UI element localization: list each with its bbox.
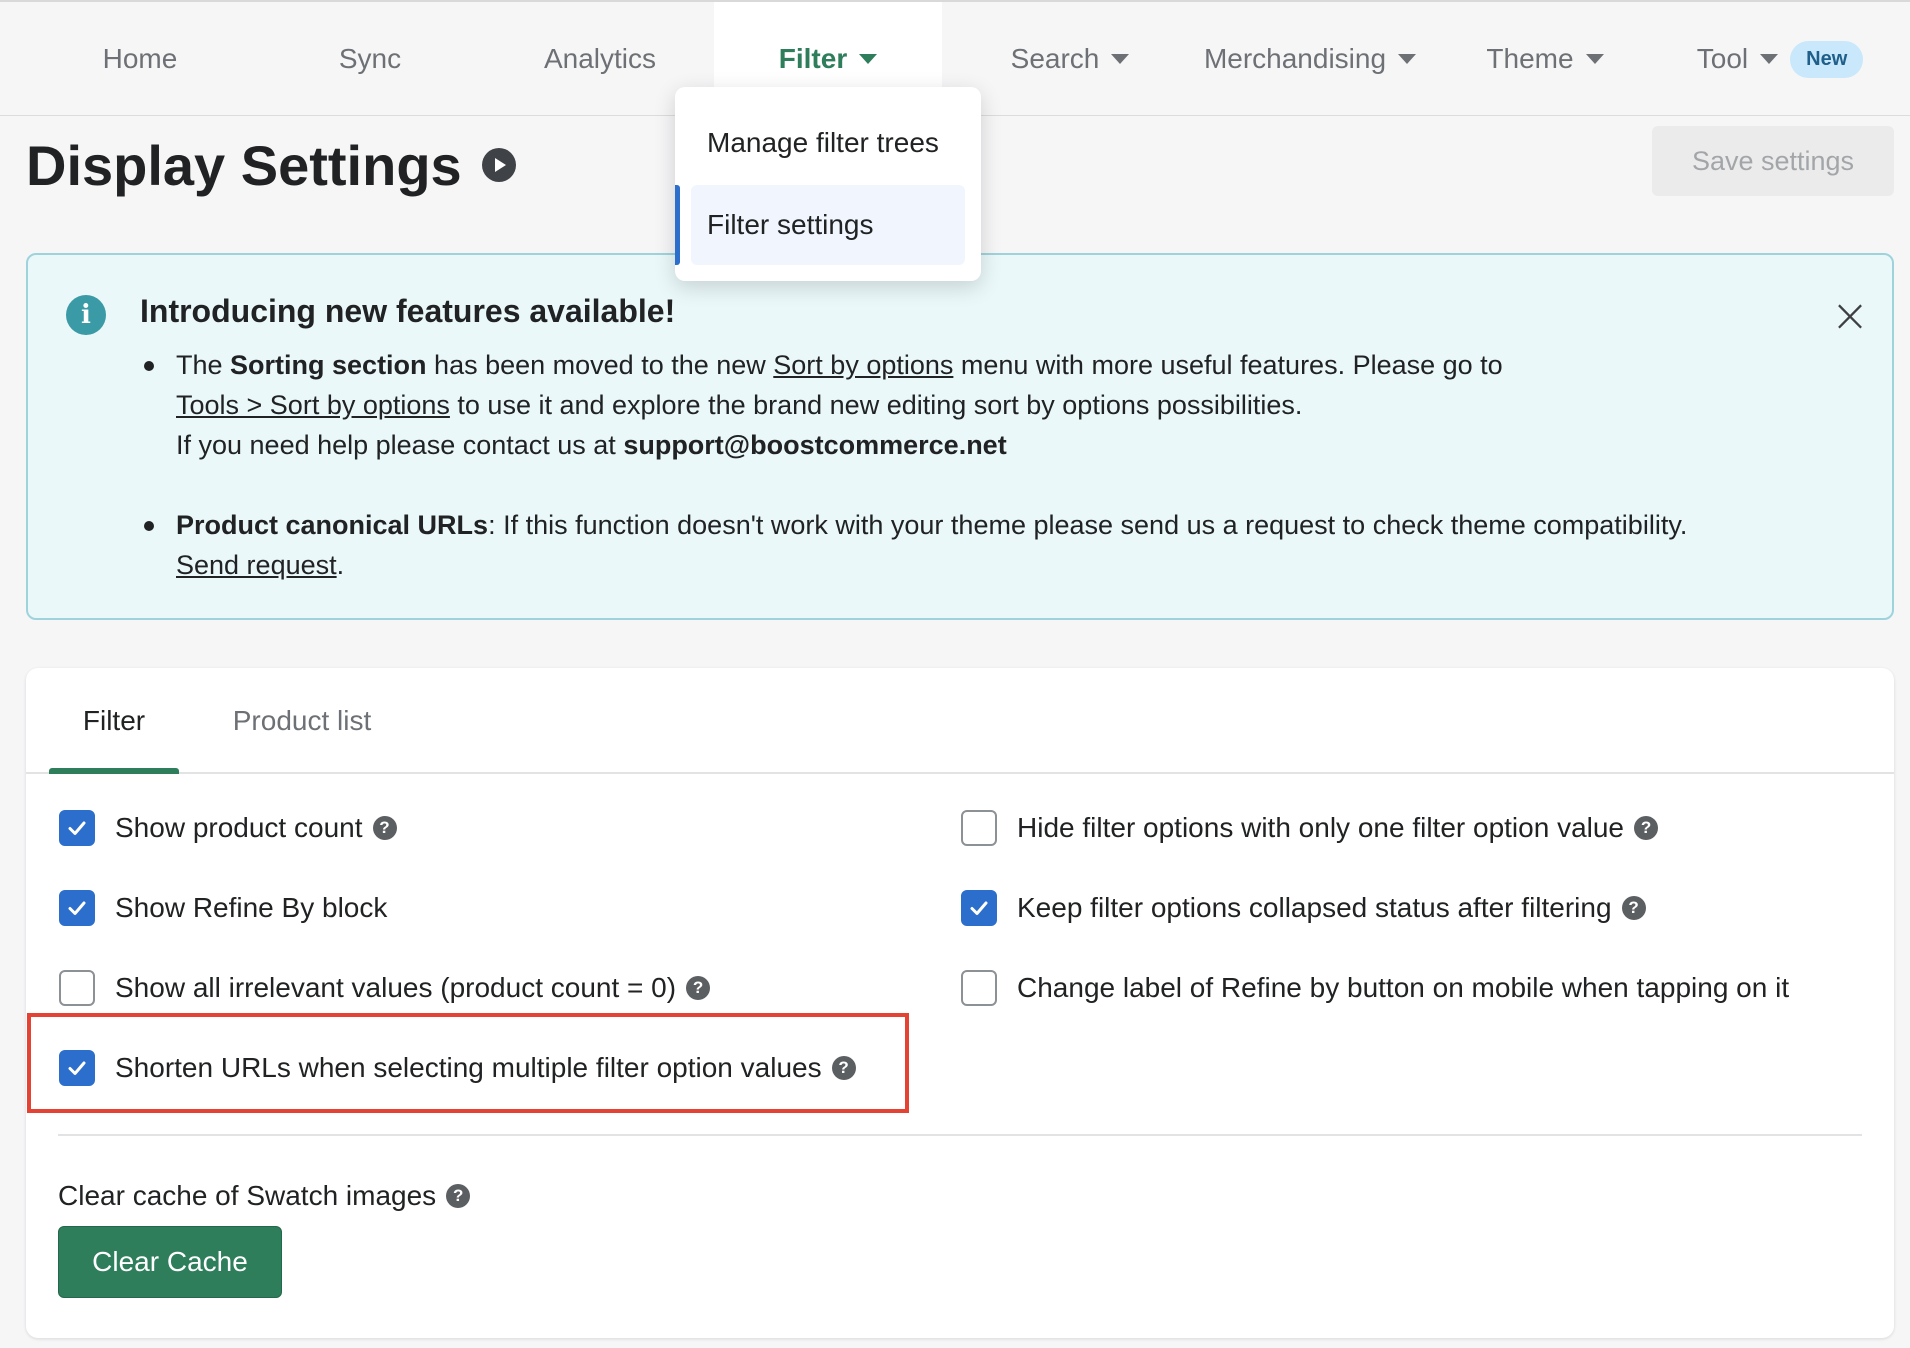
text: has been moved to the new <box>426 350 774 380</box>
banner-list: The Sorting section has been moved to th… <box>140 345 1840 585</box>
option-show-product-count: Show product count ? <box>59 806 397 850</box>
nav-search[interactable]: Search <box>970 2 1170 116</box>
tab-filter-label: Filter <box>82 705 146 736</box>
menu-item-filter-settings[interactable]: Filter settings <box>691 185 965 265</box>
active-tab-indicator <box>49 768 179 774</box>
nav-tool[interactable]: Tool New <box>1680 2 1880 116</box>
tab-product-list-label: Product list <box>232 705 372 736</box>
filter-dropdown-menu: Manage filter trees Filter settings <box>675 87 981 281</box>
nav-tool-label: Tool <box>1696 43 1749 74</box>
help-icon[interactable]: ? <box>372 816 397 840</box>
text: : If this function doesn't work with you… <box>488 510 1688 540</box>
menu-item-label: Filter settings <box>707 209 874 240</box>
checkbox[interactable] <box>59 970 95 1006</box>
text: to use it and explore the brand new edit… <box>449 390 1303 420</box>
nav-theme[interactable]: Theme <box>1450 2 1640 116</box>
play-icon[interactable] <box>481 148 516 182</box>
option-label: Show all irrelevant values (product coun… <box>115 972 677 1003</box>
bold-text: Sorting section <box>230 350 427 380</box>
nav-sync-label: Sync <box>338 43 402 74</box>
option-change-refine-label-mobile: Change label of Refine by button on mobi… <box>961 966 1789 1010</box>
nav-search-label: Search <box>1010 43 1100 74</box>
help-icon[interactable]: ? <box>1634 816 1659 840</box>
close-icon[interactable]: × <box>1830 288 1870 342</box>
option-label: Show Refine By block <box>115 892 388 923</box>
nav-analytics[interactable]: Analytics <box>500 2 700 116</box>
checkbox[interactable] <box>961 890 997 926</box>
nav-sync[interactable]: Sync <box>270 2 470 116</box>
option-show-refine-by-block: Show Refine By block <box>59 886 387 930</box>
checkbox[interactable] <box>961 970 997 1006</box>
nav-analytics-label: Analytics <box>543 43 657 74</box>
chevron-down-icon <box>1585 54 1604 64</box>
help-icon[interactable]: ? <box>1621 896 1646 920</box>
text: If you need help please contact us at <box>176 430 624 460</box>
option-label: Keep filter options collapsed status aft… <box>1017 892 1612 923</box>
save-settings-button[interactable]: Save settings <box>1652 126 1894 196</box>
checkbox[interactable] <box>59 810 95 846</box>
clear-cache-button[interactable]: Clear Cache <box>58 1226 282 1298</box>
tools-sort-by-options-link[interactable]: Tools > Sort by options <box>176 390 450 420</box>
menu-item-manage-filter-trees[interactable]: Manage filter trees <box>691 103 965 183</box>
nav-merchandising[interactable]: Merchandising <box>1180 2 1440 116</box>
help-icon[interactable]: ? <box>831 1056 856 1080</box>
menu-item-label: Manage filter trees <box>707 127 939 158</box>
chevron-down-icon <box>1111 54 1130 64</box>
option-label: Change label of Refine by button on mobi… <box>1017 972 1790 1003</box>
clear-cache-label-text: Clear cache of Swatch images <box>58 1180 437 1211</box>
text: menu with more useful features. Please g… <box>953 350 1503 380</box>
info-banner: i × Introducing new features available! … <box>26 253 1894 620</box>
checkbox[interactable] <box>59 890 95 926</box>
tab-filter[interactable]: Filter <box>49 668 179 774</box>
tab-product-list[interactable]: Product list <box>202 668 402 774</box>
nav-filter-label: Filter <box>778 43 848 74</box>
nav-home[interactable]: Home <box>40 2 240 116</box>
page-title: Display Settings <box>26 130 516 200</box>
clear-cache-label: Clear cache of Swatch images ? <box>58 1176 471 1216</box>
sort-by-options-link[interactable]: Sort by options <box>773 350 953 380</box>
settings-card: Filter Product list Show product count ?… <box>26 668 1894 1338</box>
help-icon[interactable]: ? <box>686 976 711 1000</box>
new-badge: New <box>1790 40 1864 78</box>
text: The <box>176 350 231 380</box>
option-label: Shorten URLs when selecting multiple fil… <box>115 1052 822 1083</box>
chevron-down-icon <box>1760 54 1779 64</box>
info-icon: i <box>66 295 106 335</box>
option-hide-single-value-filters: Hide filter options with only one filter… <box>961 806 1659 850</box>
text: . <box>336 550 345 580</box>
banner-list-item: Product canonical URLs: If this function… <box>140 505 1840 585</box>
bold-text: Product canonical URLs <box>176 510 489 540</box>
checkbox[interactable] <box>961 810 997 846</box>
selected-indicator <box>675 185 680 265</box>
banner-list-item: The Sorting section has been moved to th… <box>140 345 1840 465</box>
nav-merchandising-label: Merchandising <box>1203 43 1387 74</box>
help-icon[interactable]: ? <box>446 1184 471 1208</box>
send-request-link[interactable]: Send request <box>176 550 337 580</box>
divider <box>58 1134 1862 1136</box>
nav-theme-label: Theme <box>1486 43 1574 74</box>
banner-title: Introducing new features available! <box>140 293 676 329</box>
tab-bar: Filter Product list <box>26 668 1894 774</box>
option-label: Hide filter options with only one filter… <box>1017 812 1625 843</box>
option-shorten-urls: Shorten URLs when selecting multiple fil… <box>59 1046 856 1090</box>
checkbox[interactable] <box>59 1050 95 1086</box>
support-email: support@boostcommerce.net <box>623 430 1007 460</box>
option-show-irrelevant-values: Show all irrelevant values (product coun… <box>59 966 711 1010</box>
page-title-text: Display Settings <box>26 133 462 197</box>
option-keep-collapsed-status: Keep filter options collapsed status aft… <box>961 886 1646 930</box>
chevron-down-icon <box>859 54 878 64</box>
nav-home-label: Home <box>102 43 178 74</box>
chevron-down-icon <box>1398 54 1417 64</box>
option-label: Show product count <box>115 812 363 843</box>
